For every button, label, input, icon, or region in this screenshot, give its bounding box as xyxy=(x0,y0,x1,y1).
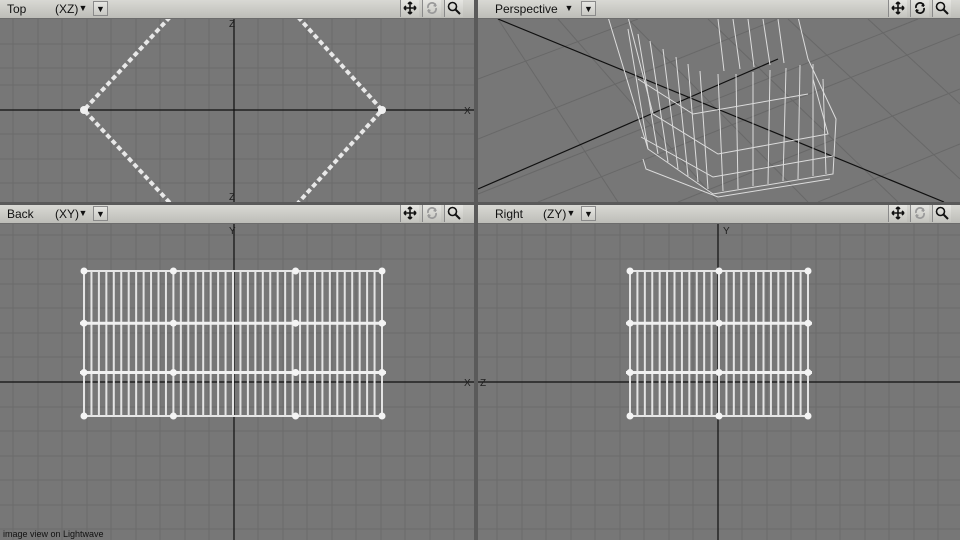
zoom-view-icon[interactable] xyxy=(932,205,951,222)
display-mode-dropdown-icon[interactable]: ▼ xyxy=(581,206,596,221)
viewport-header-perspective: Perspective ▼ ▼ xyxy=(478,0,960,19)
cage-joint xyxy=(80,267,88,275)
mesh-perspective xyxy=(608,19,837,198)
viewport-canvas-back[interactable]: X Y xyxy=(0,224,474,540)
display-mode-dropdown-icon[interactable]: ▼ xyxy=(93,1,108,16)
move-view-icon[interactable] xyxy=(888,0,907,17)
axes-top xyxy=(0,19,474,202)
mesh-right xyxy=(626,267,812,420)
cage-joint xyxy=(292,369,300,376)
viewport-header-back: Back (XY) ▼ ▼ xyxy=(0,205,474,224)
zoom-view-icon[interactable] xyxy=(444,205,463,222)
viewport-canvas-perspective[interactable] xyxy=(478,19,960,202)
cage-joint xyxy=(626,369,634,376)
view-type-dropdown-icon[interactable]: ▼ xyxy=(564,205,578,222)
axes-label-right[interactable]: (ZY) xyxy=(543,207,566,221)
cage-joint xyxy=(80,412,88,420)
cage-joint xyxy=(715,412,723,420)
cage-joint xyxy=(715,369,723,376)
viewport-back[interactable]: Back (XY) ▼ ▼ X Y xyxy=(0,205,474,540)
footer-caption: image view on Lightwave xyxy=(3,529,104,539)
move-view-icon[interactable] xyxy=(400,205,419,222)
viewport-perspective[interactable]: Perspective ▼ ▼ xyxy=(478,0,960,202)
view-type-dropdown-icon[interactable]: ▼ xyxy=(76,0,90,17)
cage-joint xyxy=(378,319,386,327)
axes-label-top[interactable]: (XZ) xyxy=(55,2,78,16)
cage-joint xyxy=(169,267,177,275)
view-type-label-back[interactable]: Back xyxy=(7,207,34,221)
mesh-back xyxy=(80,267,386,420)
cage-joint xyxy=(804,319,812,327)
cage-joint xyxy=(715,267,723,275)
cage-joint xyxy=(626,267,634,275)
rotate-view-icon xyxy=(422,0,441,17)
view-type-label-perspective[interactable]: Perspective xyxy=(495,2,558,16)
cage-joint xyxy=(626,412,634,420)
view-type-label-top[interactable]: Top xyxy=(7,2,26,16)
vertex-point xyxy=(378,106,386,114)
cage-joint xyxy=(804,412,812,420)
cage-joint xyxy=(80,319,88,327)
viewport-canvas-right[interactable]: Z Y xyxy=(478,224,960,540)
axis-label-back-h: X xyxy=(464,378,471,389)
cage-joint xyxy=(292,412,300,420)
move-view-icon[interactable] xyxy=(400,0,419,17)
axis-label-top-v2: Z xyxy=(229,192,235,202)
axis-label-top-v: Z xyxy=(229,19,235,30)
cage-joint xyxy=(804,267,812,275)
axis-label-back-v: Y xyxy=(229,226,236,237)
viewport-header-top: Top (XZ) ▼ ▼ xyxy=(0,0,474,19)
move-view-icon[interactable] xyxy=(888,205,907,222)
viewport-top[interactable]: Top (XZ) ▼ ▼ X Z Z xyxy=(0,0,474,202)
rotate-view-icon[interactable] xyxy=(910,0,929,17)
cage-joint xyxy=(292,319,300,327)
cage-joint xyxy=(804,369,812,376)
cage-joint xyxy=(626,319,634,327)
cage-joint xyxy=(292,267,300,275)
view-type-dropdown-icon[interactable]: ▼ xyxy=(562,0,576,17)
view-type-dropdown-icon[interactable]: ▼ xyxy=(76,205,90,222)
cage-joint xyxy=(378,412,386,420)
cage-joint xyxy=(80,369,88,376)
viewport-canvas-top[interactable]: X Z Z xyxy=(0,19,474,202)
cage-joint xyxy=(378,267,386,275)
axis-label-top-h: X xyxy=(464,106,471,117)
cage-joint xyxy=(169,319,177,327)
zoom-view-icon[interactable] xyxy=(444,0,463,17)
display-mode-dropdown-icon[interactable]: ▼ xyxy=(581,1,596,16)
cage-joint xyxy=(378,369,386,376)
display-mode-dropdown-icon[interactable]: ▼ xyxy=(93,206,108,221)
viewport-header-right: Right (ZY) ▼ ▼ xyxy=(478,205,960,224)
view-type-label-right[interactable]: Right xyxy=(495,207,523,221)
axis-label-right-v: Y xyxy=(723,226,730,237)
perspective-grid xyxy=(478,19,960,202)
axis-label-right-h: Z xyxy=(480,378,486,389)
viewport-right[interactable]: Right (ZY) ▼ ▼ Z Y xyxy=(478,205,960,540)
rotate-view-icon xyxy=(910,205,929,222)
zoom-view-icon[interactable] xyxy=(932,0,951,17)
cage-joint xyxy=(169,412,177,420)
cage-joint xyxy=(169,369,177,376)
rotate-view-icon xyxy=(422,205,441,222)
cage-joint xyxy=(715,319,723,327)
vertex-point xyxy=(80,106,88,114)
